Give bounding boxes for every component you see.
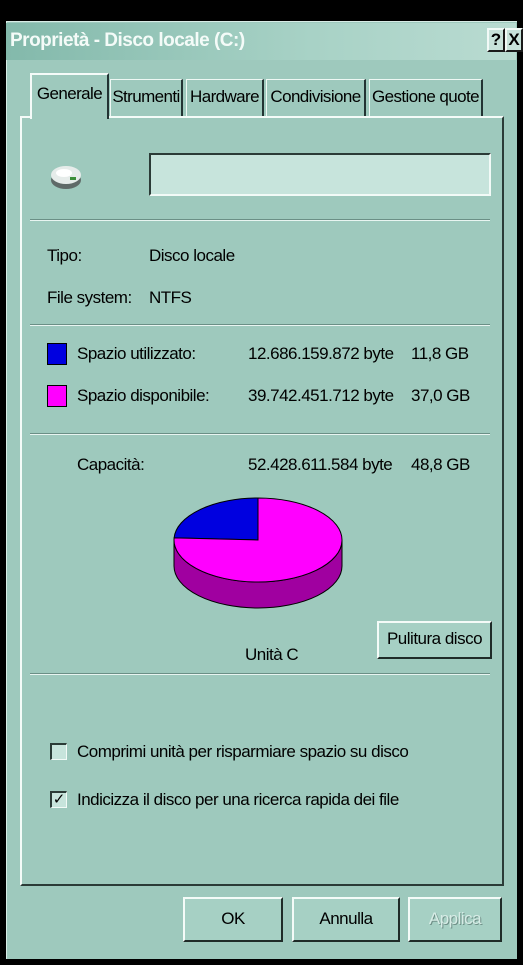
index-drive-label[interactable]: Indicizza il disco per una ricerca rapid…	[77, 790, 399, 810]
close-button[interactable]: X	[505, 28, 523, 52]
used-space-color-swatch	[47, 343, 67, 365]
window-title: Proprietà - Disco locale (C:)	[10, 30, 245, 51]
compress-drive-checkbox[interactable]	[50, 743, 67, 760]
tab-strumenti[interactable]: Strumenti	[110, 79, 183, 117]
filesystem-value: NTFS	[149, 288, 192, 307]
free-space-color-swatch	[47, 385, 67, 407]
separator	[30, 324, 490, 326]
separator	[30, 433, 490, 435]
used-space-size: 11,8 GB	[411, 344, 469, 363]
cancel-button[interactable]: Annulla	[292, 897, 400, 942]
drive-icon	[51, 166, 81, 189]
disk-usage-pie-chart	[173, 497, 343, 609]
ok-button[interactable]: OK	[183, 897, 283, 942]
tab-gestione-quote[interactable]: Gestione quote	[369, 79, 483, 117]
index-drive-checkbox[interactable]: ✓	[50, 791, 67, 808]
capacity-size: 48,8 GB	[411, 455, 470, 474]
help-button[interactable]: ?	[487, 28, 505, 52]
separator	[30, 673, 490, 675]
used-space-label: Spazio utilizzato:	[77, 344, 196, 363]
capacity-bytes: 52.428.611.584 byte	[248, 455, 393, 474]
apply-button[interactable]: Applica	[408, 897, 502, 942]
title-bar[interactable]: Proprietà - Disco locale (C:) ? X	[6, 23, 523, 60]
pie-slice-used	[173, 497, 259, 541]
type-value: Disco locale	[149, 246, 235, 265]
free-space-size: 37,0 GB	[411, 386, 470, 405]
tab-condivisione[interactable]: Condivisione	[266, 79, 366, 117]
free-space-label: Spazio disponibile:	[77, 386, 210, 405]
disk-cleanup-button[interactable]: Pulitura disco	[377, 621, 492, 659]
used-space-bytes: 12.686.159.872 byte	[248, 344, 394, 363]
compress-drive-label[interactable]: Comprimi unità per risparmiare spazio su…	[77, 742, 409, 762]
type-label: Tipo:	[47, 246, 82, 265]
drive-label: Unità C	[245, 645, 299, 664]
volume-name-input[interactable]	[149, 153, 491, 196]
filesystem-label: File system:	[47, 288, 132, 307]
capacity-label: Capacità:	[77, 455, 145, 474]
tab-generale[interactable]: Generale	[30, 73, 109, 119]
separator	[30, 219, 490, 221]
free-space-bytes: 39.742.451.712 byte	[248, 386, 394, 405]
tab-hardware[interactable]: Hardware	[186, 79, 264, 117]
